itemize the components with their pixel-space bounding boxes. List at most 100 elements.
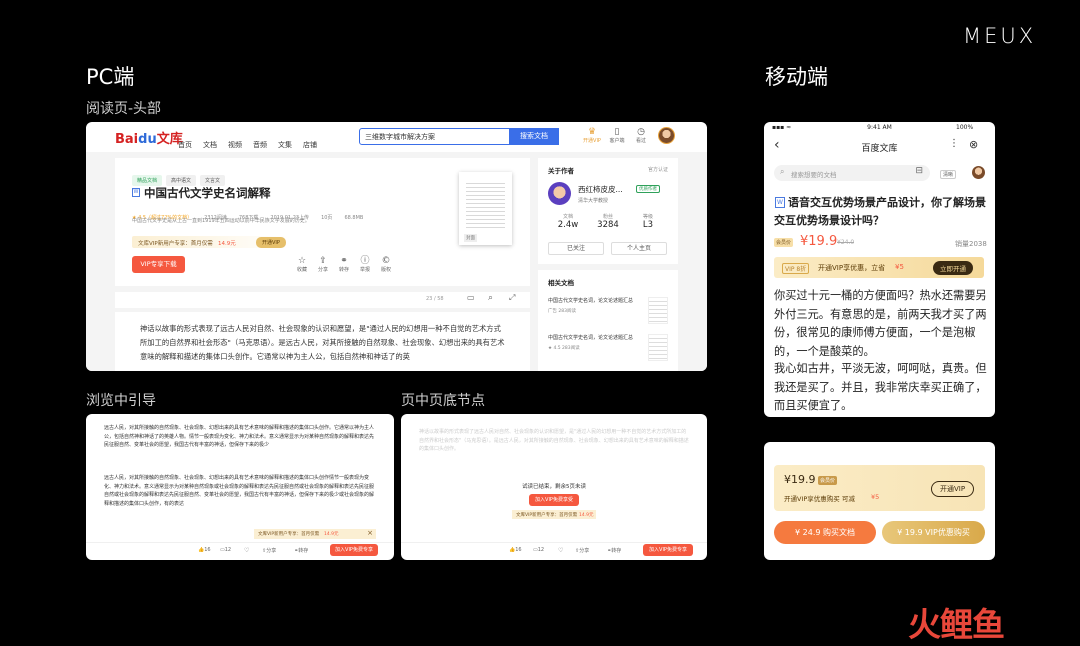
share-icon[interactable]: ⇪分享 (262, 547, 276, 554)
buy-document-button[interactable]: ¥ 24.9 购买文档 (774, 521, 876, 544)
doc-description: 中国古代文学史是从上古一直到1919年五四运动以前中华民族文学发展的历史。 (132, 218, 310, 224)
faded-paragraph: 神话以故事的形式表现了远古人民对自然、社会现象的认识和愿望，是"通过人民的幻想用… (419, 429, 689, 453)
trial-ended-text: 试读已结束，剩余5页未读 (521, 484, 586, 490)
author-badge: 优质作者 (636, 185, 660, 193)
author-avatar[interactable] (548, 182, 571, 205)
vip-download-button[interactable]: VIP专享下载 (132, 256, 185, 273)
bottom-price: ¥19.9 (784, 473, 816, 486)
more-icon[interactable]: ⋮ (949, 138, 959, 149)
nav-item[interactable]: 首页 (178, 141, 192, 149)
activate-vip-button[interactable]: 立即开通 (933, 261, 973, 275)
comment-icon[interactable]: ▭12 (533, 547, 544, 553)
doc-type-icon: W (132, 188, 140, 197)
nav-item[interactable]: 文集 (278, 141, 292, 149)
doc-title: 中国古代文学史名词解释 (144, 186, 271, 200)
search-icon[interactable]: ⌕ (488, 293, 493, 303)
search-icon: ⌕ (780, 167, 785, 176)
scan-icon[interactable]: ⊟ (915, 166, 923, 176)
author-org: 清华大学教授 (578, 198, 609, 204)
doc-actions: ☆ 收藏 ⇪ 分享 ⚭ 转存 ⓘ 举报 © 版权 (295, 256, 395, 274)
save-icon[interactable]: ⚭转存 (607, 547, 621, 554)
author-name[interactable]: 西红柿皮皮... (578, 184, 623, 195)
browse-guide-panel: 远古人民，对其所接触的自然现象、社会现象、幻想出来的具有艺术意味的解释和描述的集… (86, 414, 394, 560)
pc-section-subtitle: 阅读页-头部 (86, 101, 162, 117)
phone-icon[interactable]: ▯ 客户端 (608, 127, 626, 145)
user-avatar[interactable] (658, 127, 675, 144)
clock-icon[interactable]: ◷ 看过 (632, 127, 650, 145)
star-icon[interactable]: ☆ 收藏 (295, 256, 309, 274)
search-box: 三维数字城市解决方案 搜索文档 (359, 128, 559, 145)
search-button[interactable]: 搜索文档 (509, 128, 559, 145)
open-vip-button[interactable]: 开通VIP (931, 481, 975, 497)
vip-promo-strip: 文库VIP新用户专享：首月仅需 14.9元 开通VIP (132, 236, 292, 248)
doc-paragraph: 神话以故事的形式表现了远古人民对自然、社会现象的认识和愿望，是"通过人民的幻想用… (140, 324, 505, 361)
report-icon[interactable]: ⓘ 举报 (358, 256, 372, 274)
doc-body: 神话以故事的形式表现了远古人民对自然、社会现象的认识和愿望，是"通过人民的幻想用… (115, 312, 530, 371)
page-bottom-panel: 神话以故事的形式表现了远古人民对自然、社会现象的认识和愿望，是"通过人民的幻想用… (401, 414, 707, 560)
like-icon[interactable]: 👍16 (509, 547, 522, 553)
join-vip-button[interactable]: 加入VIP免费专享 (643, 544, 693, 556)
mobile-reading-page: ▪▪▪ ≈ 9:41 AM 100% ‹ 百度文库 ⋮ ⊗ ⌕ 搜索想要的文档 … (764, 122, 995, 417)
member-price-tag: 会员价 (774, 238, 794, 247)
save-icon[interactable]: ⚭转存 (294, 547, 308, 554)
vip-tip-strip: 文库VIP新用户专享：首月仅需 14.9元 × (254, 529, 376, 539)
close-circle-icon[interactable]: ⊗ (969, 138, 978, 151)
guide-bottom-bar: 👍16 ▭12 ♡ ⇪分享 ⚭转存 加入VIP免费专享 (86, 542, 394, 560)
mobile-purchase-panel: ¥19.9 会员价 开通VIP享优惠购买 可减 ¥5 开通VIP ¥ 24.9 … (764, 442, 995, 560)
doc-cover-thumbnail[interactable]: 封面 (459, 172, 512, 245)
quality-tag[interactable]: 清晰 (940, 170, 957, 179)
author-card: 关于作者 官方认证 西红柿皮皮... 优质作者 清华大学教授 文档 2.4w 粉丝… (538, 158, 678, 264)
homepage-button[interactable]: 个人主页 (611, 242, 667, 255)
nav-item[interactable]: 视频 (228, 141, 242, 149)
close-icon[interactable]: × (367, 529, 373, 537)
main-nav: 首页 文档 视频 音频 文集 店铺 (178, 132, 328, 151)
brand-logo: MEUX (963, 24, 1037, 48)
related-doc-item[interactable]: 中国古代文学史名词，论文论述题汇总 ★ 4.5 283阅读 (548, 334, 668, 364)
pc-section-title: PC端 (86, 65, 135, 89)
mobile-search-bar[interactable]: ⌕ 搜索想要的文档 ⊟ (774, 165, 930, 181)
zoom-icon[interactable]: ▭ (467, 293, 475, 302)
share-icon[interactable]: ⇪分享 (575, 547, 589, 554)
related-thumb (648, 334, 668, 361)
comment-icon[interactable]: ▭12 (220, 547, 231, 553)
vip-purchase-banner: ¥19.9 会员价 开通VIP享优惠购买 可减 ¥5 开通VIP (774, 465, 985, 511)
page-indicator[interactable]: 23 / 58 (426, 296, 444, 302)
search-input[interactable]: 三维数字城市解决方案 (365, 132, 505, 142)
open-vip-button[interactable]: 开通VIP (256, 237, 286, 248)
vip-crown-icon[interactable]: ♛ 开通VIP (583, 127, 601, 145)
share-icon[interactable]: ⇪分享 (316, 256, 330, 274)
watermark: 火鲤鱼 (908, 605, 1004, 644)
like-icon[interactable]: 👍16 (198, 547, 211, 553)
nav-item[interactable]: 音频 (253, 141, 267, 149)
reader-toolbar: 23 / 58 ⌕ ⤢ ▭ (115, 292, 530, 308)
vip-discount-banner: VIP 8折 开通VIP享优惠，立省 ¥5 立即开通 (774, 257, 984, 278)
related-doc-item[interactable]: 中国古代文学史名词，论文论述题汇总 广告 283阅读 (548, 297, 668, 327)
member-price-tag: 会员价 (818, 476, 838, 485)
heart-icon[interactable]: ♡ (244, 547, 249, 554)
pc-reading-page: Baidu文库 首页 文档 视频 音频 文集 店铺 三维数字城市解决方案 搜索文档 ♛ 开通… (86, 122, 707, 371)
nav-item[interactable]: 文档 (203, 141, 217, 149)
user-avatar[interactable] (972, 166, 985, 179)
follow-button[interactable]: 已关注 (548, 242, 604, 255)
save-icon[interactable]: ⚭转存 (337, 256, 351, 274)
old-price: ¥24.0 (837, 239, 855, 246)
mobile-paragraph-2: 我心如古井，平淡无波，呵呵哒，真贵。但我还是买了。并且，我非常庆幸买正确了，而且… (774, 362, 987, 412)
baidu-wenku-logo[interactable]: Baidu文库 (115, 128, 183, 147)
copyright-icon[interactable]: © 版权 (379, 256, 393, 274)
join-vip-button[interactable]: 加入VIP免费专享 (330, 544, 378, 556)
mobile-paragraph-1: 你买过十元一桶的方便面吗？热水还需要另外付三元。有意思的是，前两天我才买了两份，… (774, 289, 987, 358)
nav-item[interactable]: 店铺 (303, 141, 317, 149)
vip-tag: VIP 8折 (782, 263, 810, 274)
bottom-section-title: 页中页底节点 (401, 393, 485, 409)
heart-icon[interactable]: ♡ (558, 547, 563, 554)
doc-info-card: 精品文档 高中语文 文言文 W 中国古代文学史名词解释 ★ 4.5（超过72%的文档… (115, 158, 530, 286)
guide-paragraph-1: 远古人民，对其所接触的自然现象、社会现象、幻想出来的具有艺术意味的解释和描述的集… (104, 425, 375, 449)
vip-discount-buy-button[interactable]: ¥ 19.9 VIP优惠购买 (882, 521, 985, 544)
join-vip-free-button[interactable]: 加入VIP免费享受 (529, 494, 579, 506)
doc-tags: 精品文档 高中语文 文言文 (132, 167, 229, 186)
guide-paragraph-2: 远古人民，对其所接触的自然现象、社会现象、幻想出来的具有艺术意味的解释和描述的集… (104, 475, 375, 507)
fullscreen-icon[interactable]: ⤢ (509, 293, 515, 303)
vip-tip-strip: 文库VIP新用户专享：首月仅需 14.9元 (512, 510, 596, 519)
related-docs-card: 相关文档 中国古代文学史名词，论文论述题汇总 广告 283阅读 中国古代文学史名… (538, 270, 678, 371)
related-thumb (648, 297, 668, 324)
